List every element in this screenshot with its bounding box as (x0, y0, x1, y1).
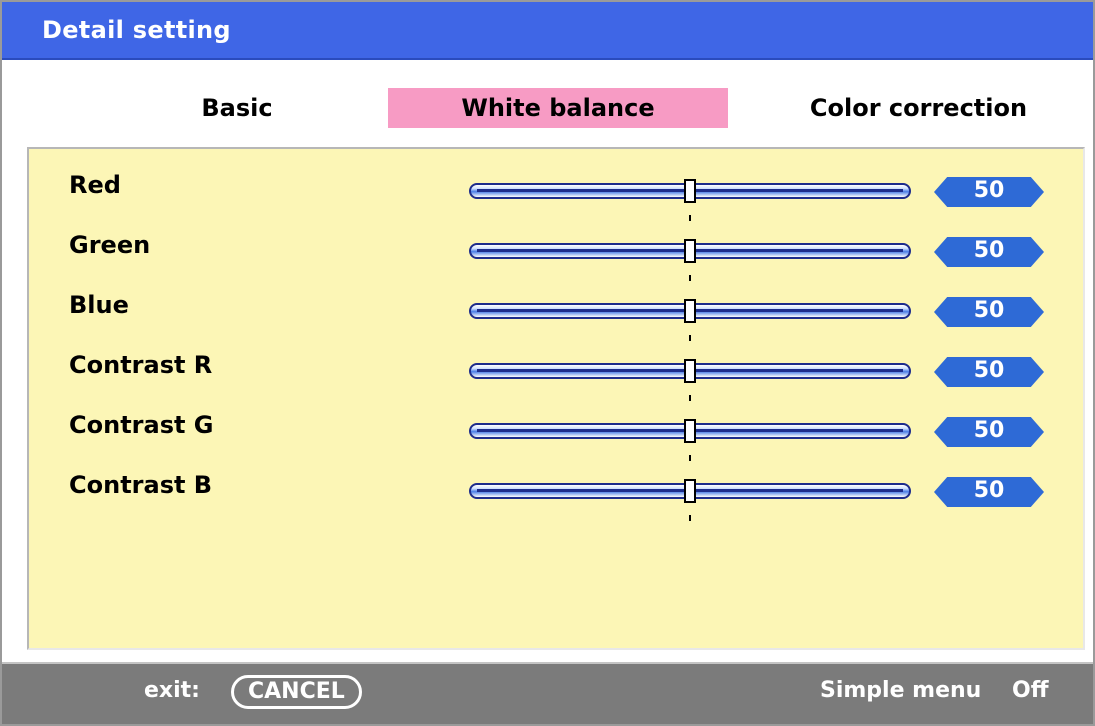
window-title: Detail setting (42, 16, 231, 44)
setting-row-red: Red 50 (29, 169, 1083, 221)
title-bar: Detail setting (2, 2, 1093, 60)
setting-value: 50 (973, 358, 1005, 383)
value-box: 50 (934, 477, 1044, 507)
slider-center-tick (689, 395, 691, 401)
slider-center-tick (689, 515, 691, 521)
setting-value: 50 (973, 298, 1005, 323)
contrast-r-slider[interactable] (469, 359, 911, 401)
slider-thumb[interactable] (684, 359, 696, 383)
slider-thumb[interactable] (684, 179, 696, 203)
setting-label: Contrast G (69, 411, 214, 439)
setting-value: 50 (973, 238, 1005, 263)
value-box: 50 (934, 357, 1044, 387)
tab-white-balance[interactable]: White balance (388, 88, 728, 128)
setting-value: 50 (973, 478, 1005, 503)
value-box: 50 (934, 417, 1044, 447)
contrast-g-slider[interactable] (469, 419, 911, 461)
tab-basic[interactable]: Basic (162, 88, 312, 128)
settings-panel: Red 50 Green 50 Blue 50 Contrast R 50 Co… (27, 147, 1085, 650)
slider-thumb[interactable] (684, 299, 696, 323)
slider-center-tick (689, 455, 691, 461)
tab-color-correction[interactable]: Color correction (786, 88, 1051, 128)
blue-slider[interactable] (469, 299, 911, 341)
setting-row-contrast-g: Contrast G 50 (29, 409, 1083, 461)
setting-label: Blue (69, 291, 129, 319)
footer-bar: exit: CANCEL Simple menu Off (2, 662, 1093, 724)
setting-label: Green (69, 231, 151, 259)
slider-center-tick (689, 335, 691, 341)
slider-thumb[interactable] (684, 419, 696, 443)
tab-bar: Basic White balance Color correction (2, 88, 1093, 130)
setting-label: Red (69, 171, 121, 199)
simple-menu-label: Simple menu (820, 678, 982, 703)
setting-label: Contrast R (69, 351, 213, 379)
slider-center-tick (689, 215, 691, 221)
value-box: 50 (934, 297, 1044, 327)
setting-row-blue: Blue 50 (29, 289, 1083, 341)
exit-label: exit: (144, 678, 200, 703)
value-box: 50 (934, 177, 1044, 207)
setting-row-contrast-b: Contrast B 50 (29, 469, 1083, 521)
detail-setting-window: Detail setting Basic White balance Color… (0, 0, 1095, 726)
setting-row-contrast-r: Contrast R 50 (29, 349, 1083, 401)
slider-thumb[interactable] (684, 239, 696, 263)
setting-value: 50 (973, 418, 1005, 443)
simple-menu-toggle[interactable]: Off (1012, 678, 1049, 703)
slider-center-tick (689, 275, 691, 281)
value-box: 50 (934, 237, 1044, 267)
setting-label: Contrast B (69, 471, 213, 499)
setting-value: 50 (973, 178, 1005, 203)
contrast-b-slider[interactable] (469, 479, 911, 521)
slider-thumb[interactable] (684, 479, 696, 503)
red-slider[interactable] (469, 179, 911, 221)
cancel-button[interactable]: CANCEL (231, 675, 362, 709)
green-slider[interactable] (469, 239, 911, 281)
setting-row-green: Green 50 (29, 229, 1083, 281)
